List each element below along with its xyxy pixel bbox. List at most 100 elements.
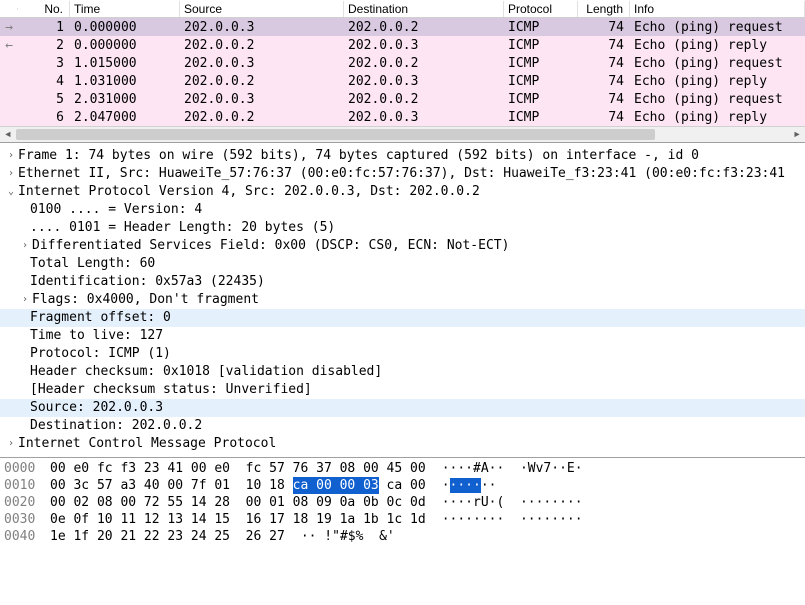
- tree-ip-hlen[interactable]: .... 0101 = Header Length: 20 bytes (5): [0, 219, 805, 237]
- tree-ip[interactable]: ⌄ Internet Protocol Version 4, Src: 202.…: [0, 183, 805, 201]
- cell-len: 74: [578, 92, 630, 107]
- hex-bytes: fc 57 76 37 08 00 45 00: [246, 460, 426, 477]
- col-arrow[interactable]: [0, 8, 18, 10]
- cell-time: 1.031000: [70, 74, 180, 89]
- tree-label: Frame 1: 74 bytes on wire (592 bits), 74…: [18, 147, 699, 165]
- tree-ip-version[interactable]: 0100 .... = Version: 4: [0, 201, 805, 219]
- packet-row[interactable]: 31.015000202.0.0.3202.0.0.2ICMP74Echo (p…: [0, 54, 805, 72]
- cell-no: 3: [18, 56, 70, 71]
- packet-row[interactable]: →10.000000202.0.0.3202.0.0.2ICMP74Echo (…: [0, 18, 805, 36]
- hex-ascii: ····#A·· ·Wv7··E·: [442, 460, 583, 477]
- hex-offset: 0010: [4, 477, 50, 494]
- col-time[interactable]: Time: [70, 1, 180, 17]
- col-src[interactable]: Source: [180, 1, 344, 17]
- hex-bytes-highlight: ca 00 00 03: [293, 477, 379, 494]
- cell-time: 0.000000: [70, 20, 180, 35]
- tree-ip-src[interactable]: Source: 202.0.0.3: [0, 399, 805, 417]
- tree-ip-tlen[interactable]: Total Length: 60: [0, 255, 805, 273]
- arrow-icon: →: [0, 20, 18, 35]
- packet-details-pane[interactable]: › Frame 1: 74 bytes on wire (592 bits), …: [0, 143, 805, 458]
- col-len[interactable]: Length: [578, 1, 630, 17]
- cell-info: Echo (ping) request: [630, 92, 805, 107]
- tree-ip-ttl[interactable]: Time to live: 127: [0, 327, 805, 345]
- cell-proto: ICMP: [504, 74, 578, 89]
- chevron-right-icon[interactable]: ›: [4, 165, 18, 183]
- packet-row[interactable]: 52.031000202.0.0.3202.0.0.2ICMP74Echo (p…: [0, 90, 805, 108]
- cell-src: 202.0.0.2: [180, 38, 344, 53]
- hex-ascii: ·· !"#$% &': [301, 528, 395, 545]
- cell-time: 0.000000: [70, 38, 180, 53]
- hex-bytes: 00 e0 fc f3 23 41 00 e0: [50, 460, 246, 477]
- tree-ip-cksum[interactable]: Header checksum: 0x1018 [validation disa…: [0, 363, 805, 381]
- tree-label: Internet Protocol Version 4, Src: 202.0.…: [18, 183, 480, 201]
- hex-ascii: ·······: [442, 477, 497, 494]
- hex-row[interactable]: 001000 3c 57 a3 40 00 7f 01 10 18 ca 00 …: [4, 477, 801, 494]
- h-scrollbar[interactable]: ◄ ►: [0, 126, 805, 142]
- cell-len: 74: [578, 38, 630, 53]
- col-dst[interactable]: Destination: [344, 1, 504, 17]
- scroll-left-icon[interactable]: ◄: [0, 127, 16, 142]
- chevron-right-icon[interactable]: ›: [4, 435, 18, 453]
- cell-proto: ICMP: [504, 56, 578, 71]
- packet-row[interactable]: ←20.000000202.0.0.2202.0.0.3ICMP74Echo (…: [0, 36, 805, 54]
- hex-row[interactable]: 00401e 1f 20 21 22 23 24 25 26 27·· !"#$…: [4, 528, 801, 545]
- tree-ethernet[interactable]: › Ethernet II, Src: HuaweiTe_57:76:37 (0…: [0, 165, 805, 183]
- tree-ip-dst[interactable]: Destination: 202.0.0.2: [0, 417, 805, 435]
- hex-ascii: ········ ········: [442, 511, 583, 528]
- arrow-icon: ←: [0, 38, 18, 53]
- cell-info: Echo (ping) request: [630, 56, 805, 71]
- hex-bytes: 0e 0f 10 11 12 13 14 15: [50, 511, 246, 528]
- hex-row[interactable]: 000000 e0 fc f3 23 41 00 e0 fc 57 76 37 …: [4, 460, 801, 477]
- cell-len: 74: [578, 74, 630, 89]
- cell-src: 202.0.0.3: [180, 92, 344, 107]
- cell-proto: ICMP: [504, 110, 578, 125]
- packet-list-pane: No. Time Source Destination Protocol Len…: [0, 0, 805, 143]
- packet-row[interactable]: 41.031000202.0.0.2202.0.0.3ICMP74Echo (p…: [0, 72, 805, 90]
- chevron-right-icon[interactable]: ›: [4, 147, 18, 165]
- tree-ip-cksum-status[interactable]: [Header checksum status: Unverified]: [0, 381, 805, 399]
- cell-time: 2.031000: [70, 92, 180, 107]
- cell-info: Echo (ping) reply: [630, 74, 805, 89]
- cell-no: 5: [18, 92, 70, 107]
- tree-ip-ident[interactable]: Identification: 0x57a3 (22435): [0, 273, 805, 291]
- chevron-right-icon[interactable]: ›: [18, 291, 32, 309]
- col-proto[interactable]: Protocol: [504, 1, 578, 17]
- cell-dst: 202.0.0.3: [344, 74, 504, 89]
- tree-frame[interactable]: › Frame 1: 74 bytes on wire (592 bits), …: [0, 147, 805, 165]
- tree-icmp[interactable]: › Internet Control Message Protocol: [0, 435, 805, 453]
- cell-no: 6: [18, 110, 70, 125]
- cell-proto: ICMP: [504, 92, 578, 107]
- tree-ip-flags[interactable]: › Flags: 0x4000, Don't fragment: [0, 291, 805, 309]
- hex-ascii: ··: [481, 478, 497, 493]
- hex-ascii-highlight: ····: [450, 478, 481, 493]
- hex-bytes: 00 02 08 00 72 55 14 28: [50, 494, 246, 511]
- hex-bytes: ca 00: [379, 477, 426, 494]
- chevron-down-icon[interactable]: ⌄: [4, 183, 18, 201]
- hex-offset: 0040: [4, 528, 50, 545]
- scroll-right-icon[interactable]: ►: [789, 127, 805, 142]
- chevron-right-icon[interactable]: ›: [18, 237, 32, 255]
- tree-ip-dsf[interactable]: › Differentiated Services Field: 0x00 (D…: [0, 237, 805, 255]
- tree-label: Ethernet II, Src: HuaweiTe_57:76:37 (00:…: [18, 165, 785, 183]
- cell-proto: ICMP: [504, 38, 578, 53]
- hex-bytes: 1e 1f 20 21 22 23 24 25: [50, 528, 246, 545]
- col-info[interactable]: Info: [630, 1, 805, 17]
- cell-no: 2: [18, 38, 70, 53]
- cell-dst: 202.0.0.3: [344, 38, 504, 53]
- cell-time: 1.015000: [70, 56, 180, 71]
- cell-info: Echo (ping) reply: [630, 110, 805, 125]
- packet-row[interactable]: 62.047000202.0.0.2202.0.0.3ICMP74Echo (p…: [0, 108, 805, 126]
- cell-src: 202.0.0.3: [180, 20, 344, 35]
- tree-ip-proto[interactable]: Protocol: ICMP (1): [0, 345, 805, 363]
- col-no[interactable]: No.: [18, 1, 70, 17]
- tree-ip-frag[interactable]: Fragment offset: 0: [0, 309, 805, 327]
- cell-src: 202.0.0.3: [180, 56, 344, 71]
- scroll-thumb[interactable]: [16, 129, 655, 140]
- packet-bytes-pane[interactable]: 000000 e0 fc f3 23 41 00 e0 fc 57 76 37 …: [0, 458, 805, 547]
- cell-dst: 202.0.0.3: [344, 110, 504, 125]
- packet-list-body[interactable]: →10.000000202.0.0.3202.0.0.2ICMP74Echo (…: [0, 18, 805, 126]
- hex-row[interactable]: 00300e 0f 10 11 12 13 14 15 16 17 18 19 …: [4, 511, 801, 528]
- packet-list-header: No. Time Source Destination Protocol Len…: [0, 0, 805, 18]
- hex-row[interactable]: 002000 02 08 00 72 55 14 28 00 01 08 09 …: [4, 494, 801, 511]
- hex-bytes: 10 18: [246, 477, 293, 494]
